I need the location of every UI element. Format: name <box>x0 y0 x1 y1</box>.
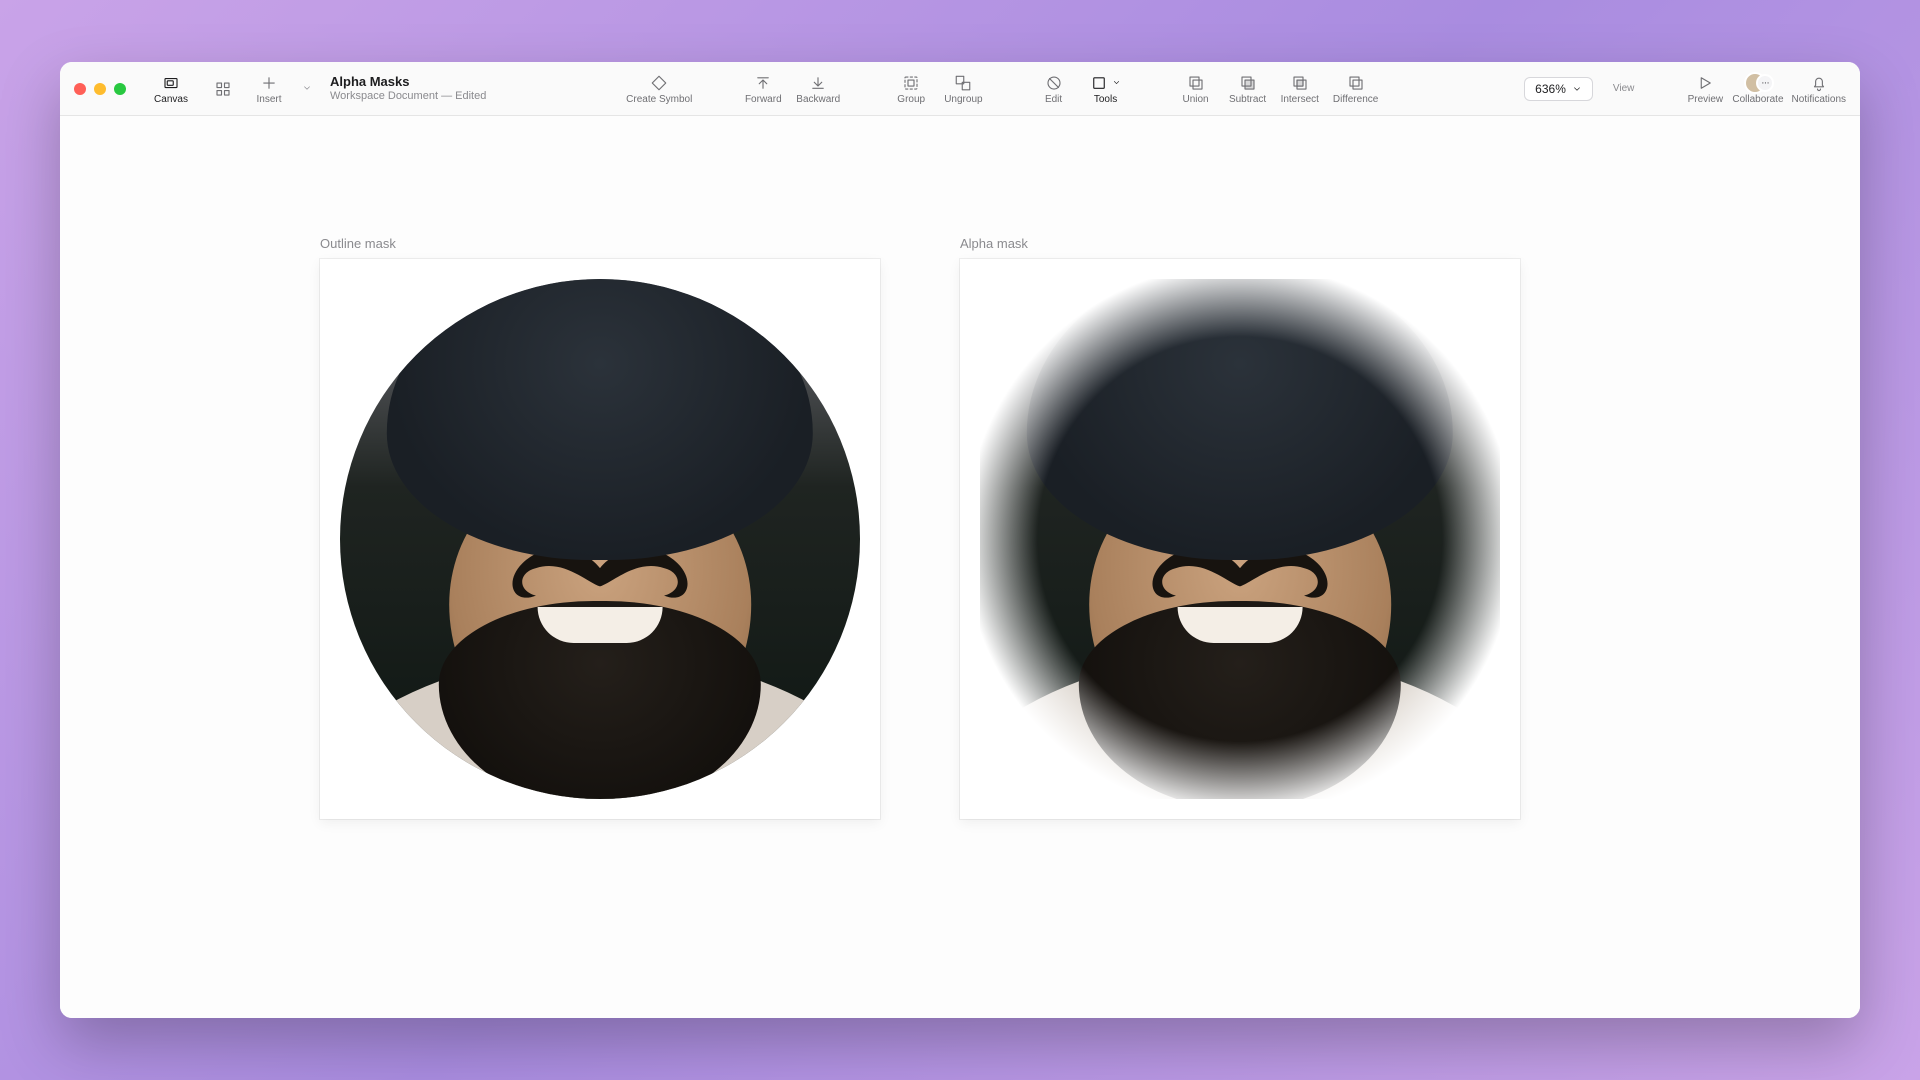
toolbar-canvas-group: Canvas <box>152 73 242 105</box>
notifications-button[interactable]: Notifications <box>1792 73 1846 105</box>
close-window-button[interactable] <box>74 83 86 95</box>
artboard-alpha-mask[interactable]: Alpha mask <box>960 236 1520 819</box>
create-symbol-label: Create Symbol <box>626 95 692 105</box>
boolean-group: Union Subtract Intersect Difference <box>1177 73 1379 105</box>
union-label: Union <box>1182 95 1208 105</box>
forward-label: Forward <box>745 95 782 105</box>
edit-button[interactable]: Edit <box>1035 73 1073 105</box>
backward-label: Backward <box>796 95 840 105</box>
portrait-alpha-mask <box>980 279 1500 799</box>
union-button[interactable]: Union <box>1177 73 1215 105</box>
insert-label: Insert <box>256 95 281 105</box>
insert-button[interactable]: Insert <box>250 73 288 105</box>
diamond-icon <box>650 73 668 93</box>
artboard-content[interactable] <box>320 259 880 819</box>
forward-icon <box>754 73 772 93</box>
chevron-down-icon <box>1572 84 1582 94</box>
zoom-view-group: 636% View <box>1518 77 1634 101</box>
subtract-button[interactable]: Subtract <box>1229 73 1267 105</box>
canvas-tab[interactable]: Canvas <box>152 73 190 105</box>
document-title-block: Alpha Masks Workspace Document — Edited <box>330 75 486 103</box>
intersect-icon <box>1291 73 1309 93</box>
intersect-button[interactable]: Intersect <box>1281 73 1319 105</box>
document-subtitle: Workspace Document — Edited <box>330 90 486 103</box>
subtract-label: Subtract <box>1229 95 1266 105</box>
ungroup-button[interactable]: Ungroup <box>944 73 982 105</box>
difference-button[interactable]: Difference <box>1333 73 1378 105</box>
fullscreen-window-button[interactable] <box>114 83 126 95</box>
subtract-icon <box>1239 73 1257 93</box>
create-symbol-button[interactable]: Create Symbol <box>626 73 692 105</box>
window-controls <box>74 83 126 95</box>
preview-label: Preview <box>1688 95 1724 105</box>
bell-icon <box>1810 73 1828 93</box>
app-window: Canvas Insert Alpha Masks Workspace Docu… <box>60 62 1860 1018</box>
zoom-value: 636% <box>1535 82 1566 96</box>
canvas[interactable]: Outline mask Alpha mask <box>60 116 1860 1018</box>
difference-label: Difference <box>1333 95 1378 105</box>
notifications-label: Notifications <box>1792 95 1846 105</box>
group-label: Group <box>897 95 925 105</box>
collaborate-label: Collaborate <box>1732 95 1783 105</box>
portrait-outline-mask <box>340 279 860 799</box>
collaborate-button[interactable]: ··· Collaborate <box>1732 73 1783 105</box>
group-icon <box>902 73 920 93</box>
artboard-icon <box>162 73 180 93</box>
play-icon <box>1696 73 1714 93</box>
arrange-group: Forward Backward <box>744 73 840 105</box>
ungroup-label: Ungroup <box>944 95 982 105</box>
minimize-window-button[interactable] <box>94 83 106 95</box>
chevron-down-icon[interactable] <box>302 80 312 98</box>
tools-icon <box>1090 73 1121 93</box>
backward-icon <box>809 73 827 93</box>
edit-tools-group: Edit Tools <box>1035 73 1125 105</box>
collaborators-icon: ··· <box>1744 73 1772 93</box>
artboard-label: Outline mask <box>320 236 880 251</box>
components-tab[interactable] <box>204 79 242 99</box>
tools-button[interactable]: Tools <box>1087 73 1125 105</box>
plus-icon <box>260 73 278 93</box>
edit-icon <box>1045 73 1063 93</box>
toolbar-insert-group: Insert <box>250 73 312 105</box>
artboard-label: Alpha mask <box>960 236 1520 251</box>
artboard-content[interactable] <box>960 259 1520 819</box>
tools-label: Tools <box>1094 95 1117 105</box>
group-group: Group Ungroup <box>892 73 982 105</box>
document-title: Alpha Masks <box>330 75 486 90</box>
edit-label: Edit <box>1045 95 1062 105</box>
grid-icon <box>214 79 232 99</box>
preview-button[interactable]: Preview <box>1686 73 1724 105</box>
ungroup-icon <box>954 73 972 93</box>
canvas-label: Canvas <box>154 95 188 105</box>
union-icon <box>1187 73 1205 93</box>
toolbar: Canvas Insert Alpha Masks Workspace Docu… <box>60 62 1860 116</box>
artboard-outline-mask[interactable]: Outline mask <box>320 236 880 819</box>
more-collaborators-badge: ··· <box>1756 74 1774 92</box>
zoom-selector[interactable]: 636% <box>1524 77 1593 101</box>
send-backward-button[interactable]: Backward <box>796 73 840 105</box>
difference-icon <box>1347 73 1365 93</box>
view-label: View <box>1613 83 1635 94</box>
group-button[interactable]: Group <box>892 73 930 105</box>
bring-forward-button[interactable]: Forward <box>744 73 782 105</box>
intersect-label: Intersect <box>1281 95 1319 105</box>
